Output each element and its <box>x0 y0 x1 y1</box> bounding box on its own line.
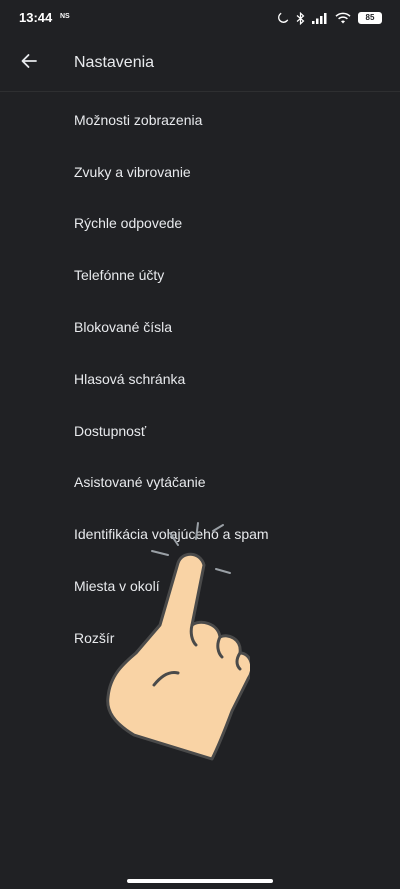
settings-item-blocked-numbers[interactable]: Blokované čísla <box>0 301 400 353</box>
bluetooth-icon <box>296 11 305 25</box>
settings-item-quick-responses[interactable]: Rýchle odpovede <box>0 198 400 250</box>
signal-icon <box>312 12 328 24</box>
settings-item-display-options[interactable]: Možnosti zobrazenia <box>0 94 400 146</box>
settings-item-advanced[interactable]: Rozšír <box>0 612 400 664</box>
settings-item-sounds-vibration[interactable]: Zvuky a vibrovanie <box>0 146 400 198</box>
back-button[interactable] <box>13 47 45 79</box>
wifi-icon <box>335 12 351 24</box>
battery-icon: 85 <box>358 12 382 24</box>
status-carrier-badge: NS <box>60 13 70 20</box>
settings-list: Možnosti zobrazenia Zvuky a vibrovanie R… <box>0 94 400 664</box>
status-icons: 85 <box>277 9 382 27</box>
status-bar: 13:44 NS 85 <box>0 0 400 36</box>
settings-item-voicemail[interactable]: Hlasová schránka <box>0 353 400 405</box>
settings-item-caller-id-spam[interactable]: Identifikácia volajúceho a spam <box>0 508 400 560</box>
settings-item-calling-accounts[interactable]: Telefónne účty <box>0 249 400 301</box>
arrow-back-icon <box>20 52 38 75</box>
settings-item-accessibility[interactable]: Dostupnosť <box>0 405 400 457</box>
moon-icon <box>277 12 289 24</box>
page-title: Nastavenia <box>74 54 155 71</box>
settings-item-assisted-dialing[interactable]: Asistované vytáčanie <box>0 457 400 509</box>
status-time: 13:44 <box>19 10 53 25</box>
settings-item-nearby-places[interactable]: Miesta v okolí <box>0 560 400 612</box>
navigation-handle[interactable] <box>127 879 273 883</box>
app-bar: Nastavenia <box>0 36 400 92</box>
